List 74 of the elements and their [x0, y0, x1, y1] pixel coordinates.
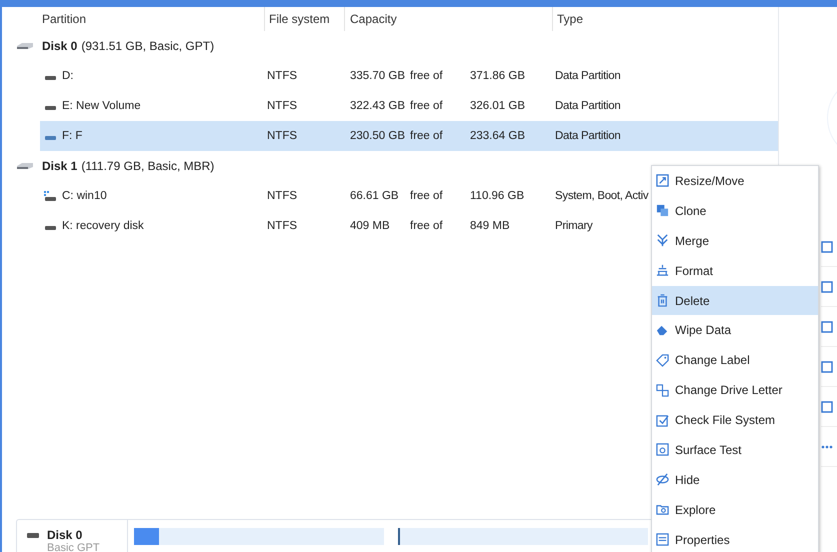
- menu-item[interactable]: Change Label: [652, 345, 818, 376]
- file-system-cell-text: NTFS: [267, 130, 298, 142]
- type-cell-text: System, Boot, Activ: [555, 190, 650, 202]
- disk-name[interactable]: Disk 1: [42, 159, 78, 173]
- partition-bar[interactable]: [134, 528, 384, 545]
- free-space-cell-text: 66.61 GB: [350, 190, 400, 202]
- menu-item-icon: [656, 443, 669, 456]
- total-size-cell: 110.96 GB: [470, 190, 524, 202]
- disk-name[interactable]: Disk 0: [42, 39, 78, 53]
- free-of-label: free of: [410, 70, 444, 82]
- column-header[interactable]: Type: [552, 7, 778, 31]
- column-header[interactable]: Capacity: [344, 7, 552, 31]
- menu-item[interactable]: Hide: [652, 464, 818, 495]
- partition-row[interactable]: E: New Volume NTFS 322.43 GB free of 326.01 GB Data Partition: [40, 91, 778, 121]
- menu-item[interactable]: Delete: [652, 286, 818, 316]
- type-cell-text: Primary: [555, 220, 594, 232]
- total-size-cell: 849 MB: [470, 220, 510, 232]
- disk-details: (931.51 GB, Basic, GPT): [81, 39, 214, 53]
- total-size-cell: 233.64 GB: [470, 130, 525, 142]
- menu-item[interactable]: Clone: [652, 196, 818, 226]
- menu-item-icon: [656, 503, 669, 516]
- partition-row[interactable]: D: NTFS 335.70 GB free of 371.86 GB Data Partition: [40, 61, 778, 91]
- menu-item-icon: [656, 264, 669, 278]
- total-size-cell: 371.86 GB: [470, 70, 525, 82]
- menu-item-icon: [656, 294, 669, 307]
- free-of-label: free of: [410, 100, 444, 112]
- menu-item[interactable]: Format: [652, 256, 818, 286]
- column-header[interactable]: File system: [264, 7, 344, 31]
- disk-details: (111.79 GB, Basic, MBR): [81, 159, 214, 173]
- partition-name: K: recovery disk: [62, 220, 144, 232]
- menu-item-icon: [656, 174, 669, 188]
- type-cell-text: Data Partition: [555, 130, 622, 142]
- free-of-label: free of: [410, 190, 444, 202]
- menu-item[interactable]: Surface Test: [652, 435, 818, 465]
- file-system-cell-text: NTFS: [267, 220, 298, 232]
- menu-item[interactable]: Check File System: [652, 405, 818, 436]
- drive-icon: [27, 532, 39, 538]
- partition-name: E: New Volume: [62, 100, 141, 112]
- menu-item[interactable]: Change Drive Letter: [652, 375, 818, 406]
- menu-item[interactable]: Resize/Move: [652, 166, 818, 196]
- hard-drive-icon: [16, 42, 34, 50]
- menu-item-icon: [656, 533, 669, 546]
- partition-name: D:: [62, 70, 74, 82]
- type-cell-text: Data Partition: [555, 70, 622, 82]
- system-drive-icon: [44, 191, 56, 201]
- disk-details: Basic GPT: [47, 542, 100, 552]
- menu-item-icon: [656, 354, 669, 367]
- menu-item-icon: [656, 234, 669, 248]
- menu-item-icon: [656, 473, 669, 486]
- free-of-label: free of: [410, 220, 444, 232]
- menu-item[interactable]: Wipe Data: [652, 315, 818, 346]
- hard-drive-icon: [16, 162, 34, 170]
- type-cell-text: Data Partition: [555, 100, 622, 112]
- menu-item[interactable]: Explore: [652, 494, 818, 525]
- partition-name: F: F: [62, 130, 82, 142]
- file-system-cell-text: NTFS: [267, 100, 298, 112]
- file-system-cell-text: NTFS: [267, 190, 298, 202]
- partition-row[interactable]: F: F NTFS 230.50 GB free of 233.64 GB Data Partition: [40, 121, 778, 151]
- menu-item-icon: [656, 324, 669, 337]
- partition-name: C: win10: [62, 190, 107, 202]
- free-of-label: free of: [410, 130, 444, 142]
- menu-item-icon: [656, 414, 669, 427]
- menu-item[interactable]: Properties: [652, 524, 818, 552]
- free-space-cell-text: 230.50 GB: [350, 130, 406, 142]
- menu-item[interactable]: Merge: [652, 226, 818, 256]
- free-space-cell-text: 409 MB: [350, 220, 391, 232]
- menu-item-icon: [656, 204, 669, 218]
- disk-name: Disk 0: [47, 528, 84, 542]
- column-header[interactable]: Partition: [2, 7, 264, 31]
- total-size-cell: 326.01 GB: [470, 100, 525, 112]
- menu-item-icon: [656, 384, 669, 397]
- free-space-cell-text: 322.43 GB: [350, 100, 406, 112]
- file-system-cell-text: NTFS: [267, 70, 298, 82]
- free-space-cell-text: 335.70 GB: [350, 70, 406, 82]
